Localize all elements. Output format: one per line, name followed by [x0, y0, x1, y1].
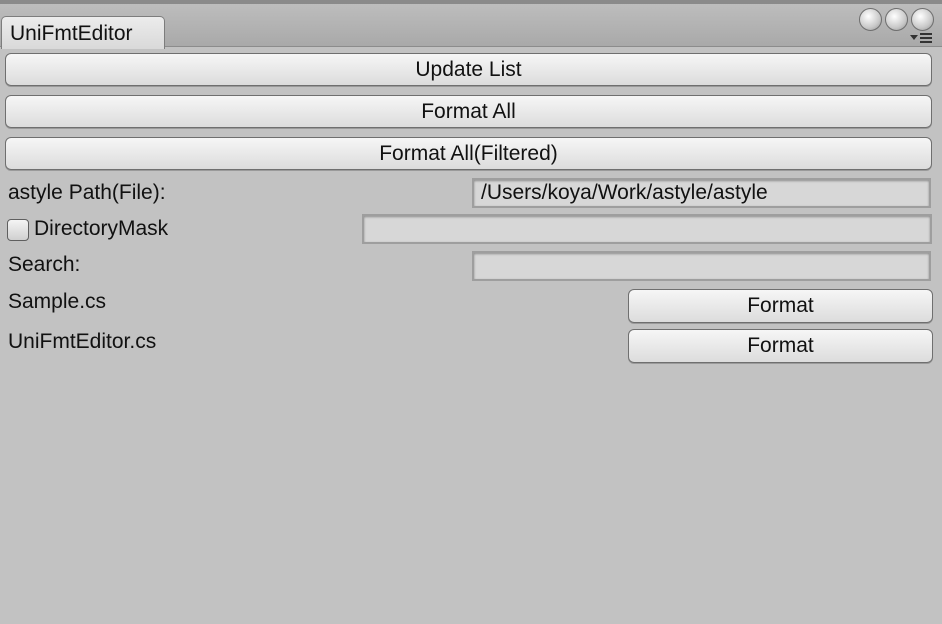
file-name-unifmteditor: UniFmtEditor.cs [8, 330, 157, 353]
file-name-sample: Sample.cs [8, 290, 107, 313]
update-list-button[interactable]: Update List [5, 53, 932, 86]
tab-unifmteditor[interactable]: UniFmtEditor [1, 16, 165, 49]
window-control-icon[interactable] [885, 8, 908, 31]
search-label: Search: [8, 253, 81, 276]
format-sample-button[interactable]: Format [628, 289, 933, 323]
format-all-filtered-button[interactable]: Format All(Filtered) [5, 137, 932, 170]
astyle-path-field[interactable]: /Users/koya/Work/astyle/astyle [472, 178, 931, 208]
format-all-button[interactable]: Format All [5, 95, 932, 128]
search-input[interactable] [472, 251, 931, 281]
dropdown-menu-icon[interactable] [910, 32, 932, 46]
window-control-icon[interactable] [859, 8, 882, 31]
directory-mask-checkbox[interactable] [7, 219, 29, 241]
window-controls [859, 8, 934, 31]
astyle-path-label: astyle Path(File): [8, 181, 166, 204]
directory-mask-field[interactable] [362, 214, 932, 244]
format-unifmteditor-button[interactable]: Format [628, 329, 933, 363]
directory-mask-label: DirectoryMask [34, 217, 169, 240]
editor-window-titlebar: UniFmtEditor [0, 4, 942, 49]
window-control-icon[interactable] [911, 8, 934, 31]
